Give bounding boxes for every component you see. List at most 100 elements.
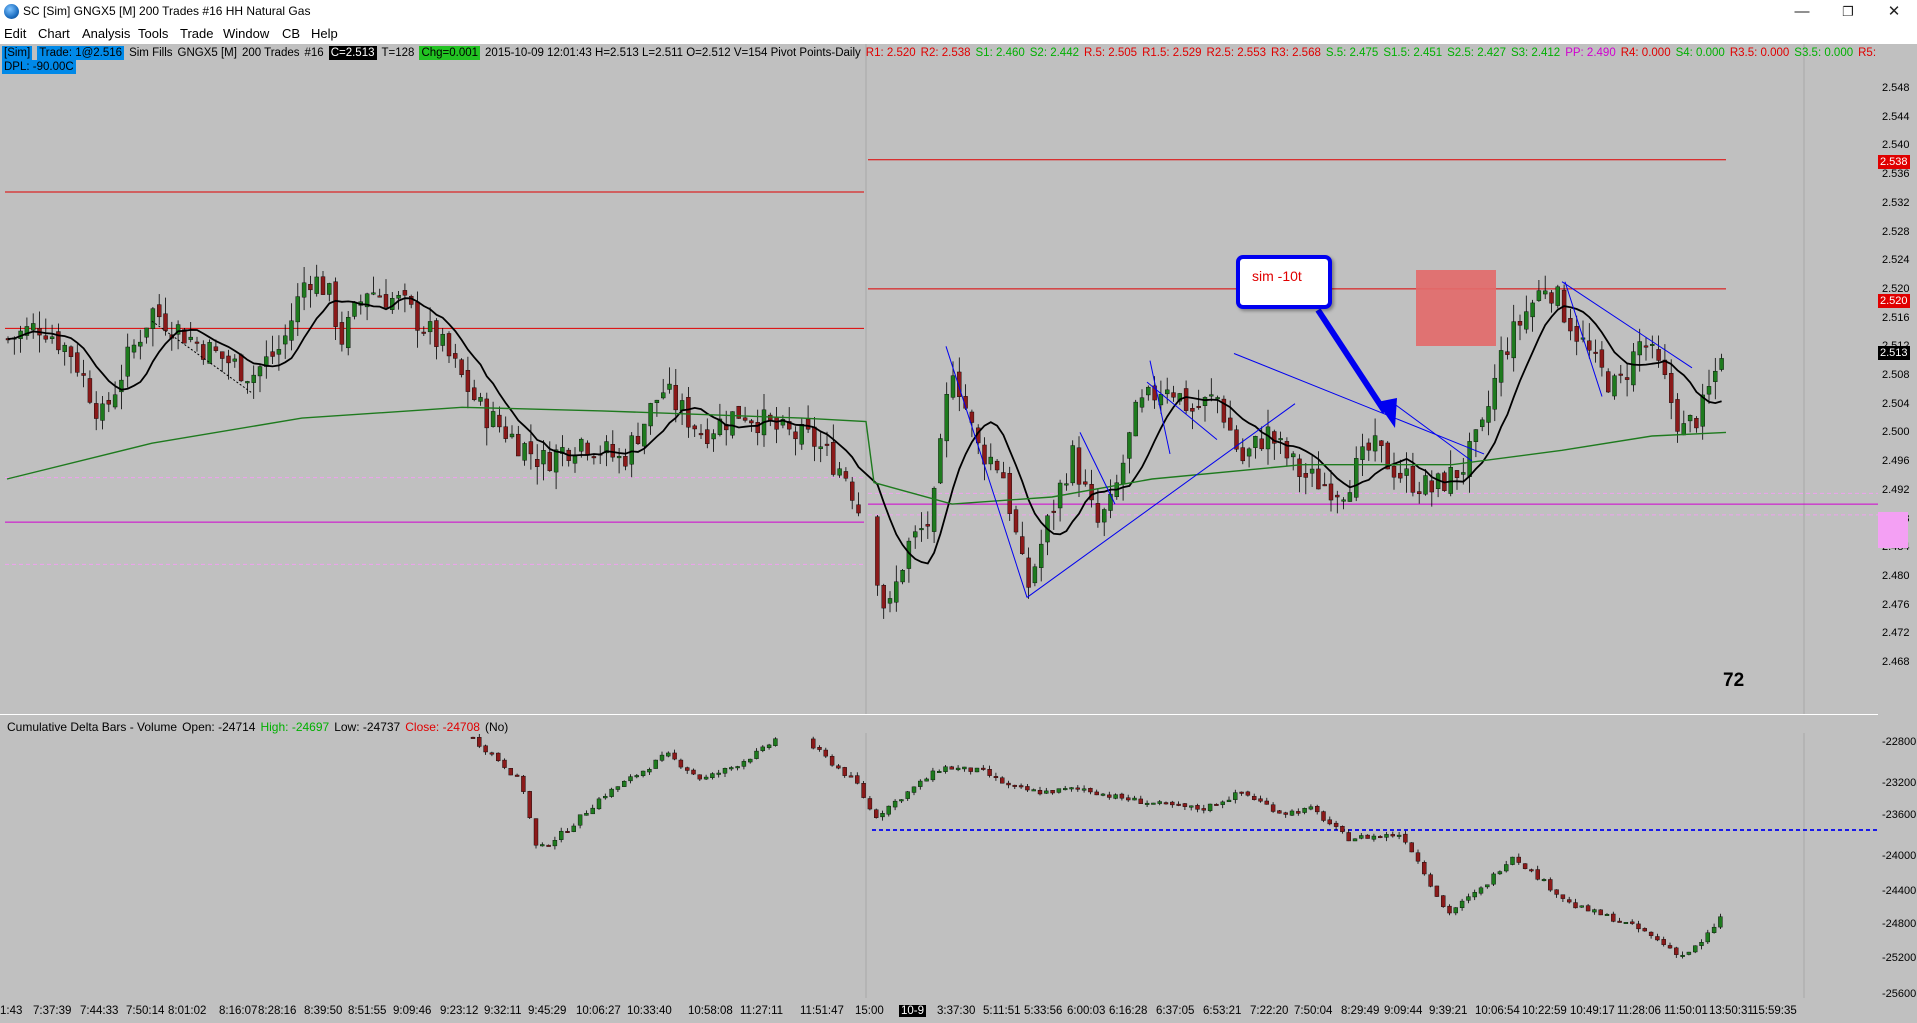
menu-window[interactable]: Window	[223, 26, 269, 41]
time-axis-label: 3:37:30	[937, 1005, 976, 1017]
price-candle	[415, 301, 420, 331]
delta-candle	[1459, 900, 1465, 909]
delta-candle	[1138, 798, 1144, 804]
delta-candle	[565, 831, 570, 833]
minimize-button[interactable]: —	[1779, 0, 1825, 24]
time-axis[interactable]: 1:43 7:37:39 7:44:33 7:50:14 8:01:02 8:16:07 8…	[0, 1000, 1917, 1023]
delta-candle	[1623, 922, 1629, 924]
delta-candle	[1075, 787, 1081, 790]
price-axis-label: 2.516	[1882, 311, 1910, 324]
delta-candle	[1044, 790, 1049, 794]
delta-candle	[1434, 885, 1440, 897]
price-candle	[654, 399, 660, 404]
delta-candle	[716, 772, 721, 775]
delta-candle	[521, 775, 526, 792]
price-candle	[1372, 435, 1378, 452]
delta-candle	[1214, 803, 1219, 806]
menu-tools[interactable]: Tools	[138, 26, 168, 41]
delta-candle	[1585, 905, 1591, 912]
price-candle	[1202, 397, 1208, 406]
price-candle	[251, 374, 256, 383]
price-candle	[1164, 389, 1170, 395]
price-axis[interactable]: 2.548 2.544 2.540 2.536 2.532 2.528 2.524 2.520…	[1878, 44, 1917, 1000]
price-candle	[1290, 453, 1296, 458]
menu-edit[interactable]: Edit	[4, 26, 26, 41]
price-axis-label: 2.496	[1882, 455, 1910, 468]
price-candle	[988, 456, 993, 465]
price-candle	[1612, 375, 1617, 397]
delta-candle	[1573, 902, 1578, 909]
price-candle	[850, 481, 855, 501]
price-axis-tag: 2.520	[1878, 294, 1910, 308]
menu-cb[interactable]: CB	[282, 26, 300, 41]
price-candle	[371, 292, 376, 295]
price-candle	[1253, 436, 1258, 448]
sim-callout[interactable]: sim -10t	[1236, 255, 1332, 309]
price-candle	[1637, 341, 1642, 356]
price-candle	[1687, 414, 1693, 422]
price-candle	[421, 331, 426, 334]
price-candle	[453, 353, 458, 359]
price-candle	[1335, 494, 1340, 498]
menu-trade[interactable]: Trade	[180, 26, 213, 41]
price-chart-panel[interactable]: [Sim] Trade: 1@2.516 Sim Fills GNGX5 [M] 200…	[2, 44, 1878, 714]
delta-candle	[848, 775, 854, 778]
price-candle	[1700, 394, 1705, 427]
price-candle	[1599, 349, 1605, 368]
restore-button[interactable]: ❐	[1825, 0, 1871, 24]
price-candle	[352, 302, 357, 317]
delta-candle	[874, 809, 879, 818]
info-field: Trade: 1@2.516	[37, 46, 125, 60]
price-candle	[1284, 441, 1290, 459]
delta-candle	[1705, 932, 1711, 943]
info-field: S2.5: 2.427	[1447, 47, 1506, 59]
delta-candle	[1144, 802, 1150, 805]
delta-candle	[1686, 951, 1692, 955]
delta-candle	[1642, 928, 1648, 932]
price-candle	[875, 516, 880, 586]
price-candle	[1083, 481, 1088, 485]
price-chart-canvas[interactable]	[2, 44, 1878, 714]
menu-analysis[interactable]: Analysis	[82, 26, 130, 41]
price-candle	[919, 528, 924, 531]
price-candle	[1076, 447, 1082, 485]
sim-zone-rectangle[interactable]	[1416, 270, 1496, 346]
cumulative-delta-panel[interactable]	[2, 715, 1878, 998]
delta-candle	[754, 750, 759, 759]
price-candle	[541, 450, 546, 465]
menu-help[interactable]: Help	[311, 26, 338, 41]
delta-candle	[584, 813, 589, 816]
delta-candle	[1592, 909, 1597, 913]
info-field: Chg=0.001	[419, 46, 481, 60]
price-candle	[818, 446, 823, 449]
delta-candle	[1535, 869, 1540, 880]
delta-candle	[470, 736, 476, 739]
price-candle	[308, 284, 313, 291]
cumulative-delta-canvas[interactable]	[2, 715, 1878, 998]
close-button[interactable]: ✕	[1871, 0, 1917, 24]
delta-candle	[1062, 788, 1068, 791]
delta-candle	[1541, 879, 1547, 882]
delta-candle	[1611, 913, 1616, 922]
price-candle	[547, 452, 552, 471]
delta-candle	[666, 752, 671, 757]
price-candle	[1190, 408, 1195, 412]
time-axis-label: 7:22:20	[1250, 1005, 1289, 1017]
price-candle	[327, 283, 332, 295]
price-candle	[887, 598, 893, 604]
delta-candle	[1308, 806, 1314, 810]
menu-chart[interactable]: Chart	[38, 26, 70, 41]
delta-axis-label: -24000	[1882, 850, 1917, 862]
info-field: R.5: 2.505	[1083, 47, 1138, 59]
app-globe-icon	[4, 4, 19, 19]
delta-candle	[1422, 862, 1427, 875]
delta-candle	[855, 775, 860, 784]
price-candle	[749, 420, 754, 424]
delta-candle	[1453, 907, 1459, 914]
delta-candle	[1390, 834, 1396, 837]
delta-candle	[1050, 790, 1055, 794]
time-axis-label: 8:16:07	[219, 1005, 258, 1017]
price-candle	[673, 385, 678, 411]
pivot-zone-marker	[1878, 512, 1908, 548]
delta-candle	[1125, 797, 1131, 801]
